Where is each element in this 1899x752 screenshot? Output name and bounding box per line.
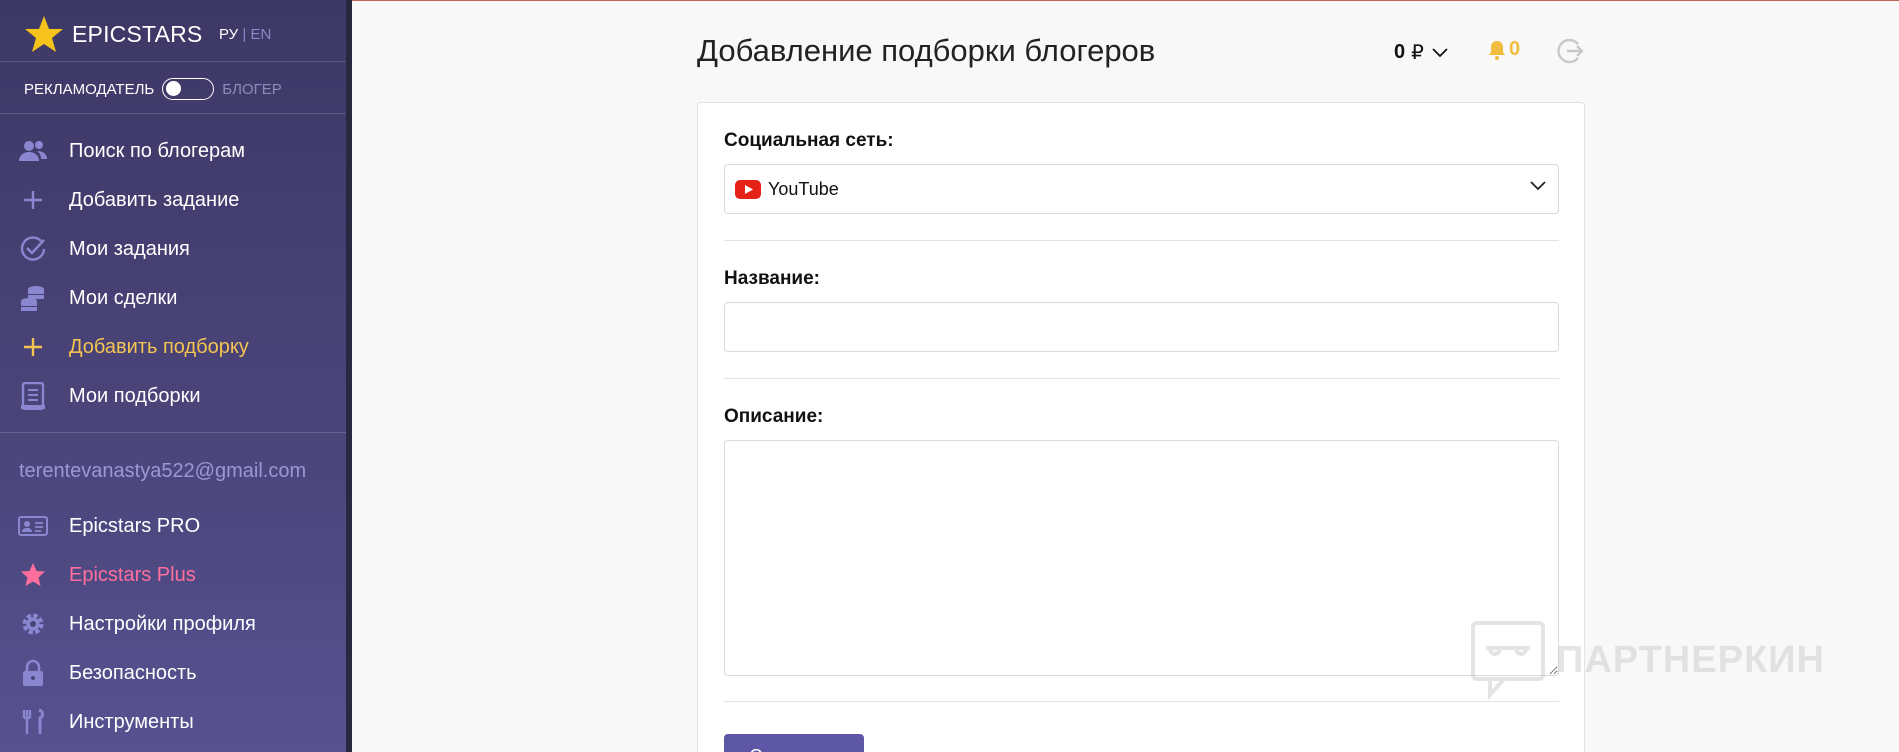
youtube-icon [735, 179, 761, 199]
lang-separator: | [242, 26, 247, 43]
tools-icon [18, 707, 48, 737]
plus-icon [18, 185, 48, 215]
chevron-down-icon [1530, 181, 1546, 191]
sidebar-divider [0, 432, 346, 433]
bell-icon [1489, 40, 1505, 60]
description-textarea[interactable] [724, 440, 1559, 676]
lang-ru[interactable]: РУ [219, 26, 238, 43]
sidebar-item-label: Добавить задание [69, 188, 240, 211]
role-toggle[interactable] [162, 78, 215, 100]
sidebar-item-label: Мои подборки [69, 384, 201, 407]
sidebar-divider [0, 113, 346, 114]
brand-logo[interactable]: EPICSTARS [24, 14, 202, 54]
logout-icon[interactable] [1556, 37, 1584, 65]
gear-icon [18, 609, 48, 639]
sidebar-item-my-tasks[interactable]: Мои задания [0, 229, 346, 269]
sidebar-divider [0, 61, 346, 62]
sidebar-item-add-collection[interactable]: Добавить подборку [0, 327, 346, 367]
form-divider [724, 378, 1559, 379]
sidebar-item-label: Epicstars PRO [69, 514, 201, 537]
sidebar-item-label: Мои сделки [69, 286, 178, 309]
sidebar: EPICSTARS РУ | EN РЕКЛАМОДАТЕЛЬ БЛОГЕР П… [0, 0, 352, 752]
sidebar-item-tools[interactable]: Инструменты [0, 702, 346, 742]
sidebar-item-label: Поиск по блогерам [69, 139, 246, 162]
sidebar-item-add-task[interactable]: Добавить задание [0, 180, 346, 220]
network-label: Социальная сеть: [724, 130, 894, 151]
name-input[interactable] [724, 302, 1559, 352]
brand-name: EPICSTARS [72, 20, 203, 47]
star-logo-icon [25, 16, 63, 52]
role-switch: РЕКЛАМОДАТЕЛЬ БЛОГЕР [24, 78, 282, 100]
sidebar-item-my-deals[interactable]: Мои сделки [0, 278, 346, 318]
id-card-icon [18, 511, 48, 541]
watermark: ПАРТНЕРКИН [1470, 620, 1825, 700]
sidebar-item-label: Настройки профиля [69, 612, 256, 635]
sidebar-item-profile-settings[interactable]: Настройки профиля [0, 604, 346, 644]
lang-en[interactable]: EN [250, 26, 271, 43]
coins-icon [18, 283, 48, 313]
sidebar-item-my-collections[interactable]: Мои подборки [0, 376, 346, 416]
lock-icon [18, 658, 48, 688]
check-circle-icon [18, 234, 48, 264]
balance-amount: 0 [1394, 41, 1406, 63]
role-blogger-label: БЛОГЕР [222, 80, 282, 98]
sidebar-item-label: Добавить подборку [69, 335, 249, 358]
list-document-icon [18, 381, 48, 411]
description-label: Описание: [724, 406, 824, 427]
save-button[interactable]: Сохранить [724, 734, 864, 752]
watermark-text: ПАРТНЕРКИН [1556, 638, 1825, 681]
collection-form: Социальная сеть: YouTube Название: Описа… [697, 102, 1585, 752]
plus-icon [18, 332, 48, 362]
notifications-button[interactable]: 0 [1488, 38, 1520, 61]
sidebar-item-label: Безопасность [69, 661, 197, 684]
page-title: Добавление подборки блогеров [697, 33, 1156, 68]
chevron-down-icon [1432, 47, 1448, 57]
form-divider [724, 701, 1559, 702]
sidebar-item-blogger-search[interactable]: Поиск по блогерам [0, 131, 346, 171]
notifications-count: 0 [1509, 38, 1521, 60]
user-email: terentevanastya522@gmail.com [19, 460, 307, 482]
sidebar-item-epicstars-plus[interactable]: Epicstars Plus [0, 555, 346, 595]
sidebar-item-label: Инструменты [69, 710, 194, 733]
users-icon [18, 136, 48, 166]
chat-face-icon [1471, 621, 1545, 700]
network-select[interactable]: YouTube [724, 164, 1559, 214]
sidebar-item-epicstars-pro[interactable]: Epicstars PRO [0, 506, 346, 546]
language-switcher: РУ | EN [219, 26, 271, 43]
star-icon [18, 560, 48, 590]
toggle-knob [166, 81, 182, 96]
role-advertiser-label: РЕКЛАМОДАТЕЛЬ [24, 80, 155, 98]
currency-symbol: ₽ [1411, 42, 1424, 64]
form-divider [724, 240, 1559, 241]
top-border-line [352, 0, 1899, 1]
sidebar-item-label: Epicstars Plus [69, 563, 196, 586]
balance-dropdown[interactable]: 0 ₽ [1394, 40, 1448, 65]
network-select-value: YouTube [768, 178, 839, 199]
sidebar-item-label: Мои задания [69, 237, 190, 260]
name-label: Название: [724, 268, 821, 289]
sidebar-item-security[interactable]: Безопасность [0, 653, 346, 693]
